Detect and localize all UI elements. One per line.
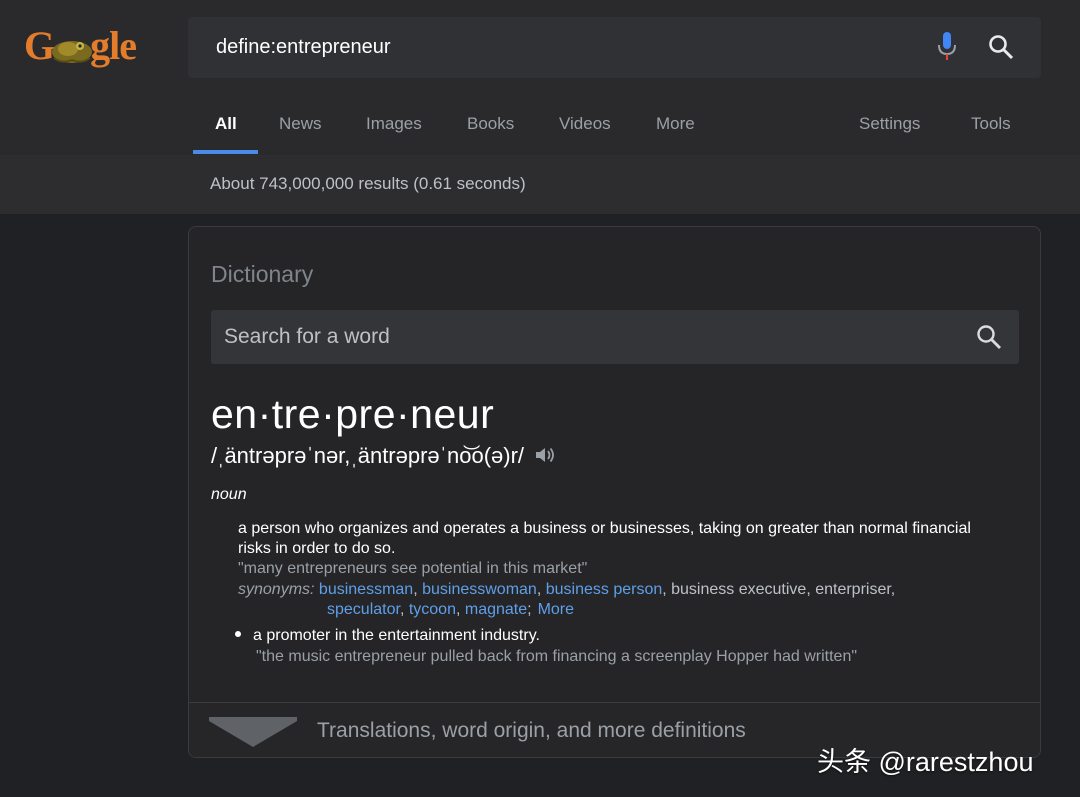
tab-more[interactable]: More [656,114,695,134]
word-search-box[interactable]: Search for a word [211,310,1019,364]
tab-settings[interactable]: Settings [859,114,920,134]
tab-news[interactable]: News [279,114,322,134]
search-bar[interactable]: define:entrepreneur [188,17,1041,78]
synonyms-line-2: speculator, tycoon, magnate; More [327,601,575,618]
part-of-speech: noun [211,486,247,503]
results-bar: About 743,000,000 results (0.61 seconds) [0,155,1080,214]
search-icon[interactable] [988,34,1014,60]
synonym-link[interactable]: magnate [465,601,527,618]
frog-doodle-icon [52,40,93,63]
logo-letters-gle: gle [90,23,137,68]
more-synonyms-link[interactable]: More [538,601,574,618]
microphone-icon[interactable] [937,32,957,62]
synonym-text: enterpriser [815,581,891,598]
dictionary-card: Dictionary Search for a word en·tre·pre·… [188,226,1041,758]
watermark: 头条 @rarestzhou [817,747,1034,777]
synonym-link[interactable]: businessman [319,581,413,598]
more-definitions-label: Translations, word origin, and more defi… [317,719,746,742]
synonyms-block: synonyms: businessman, businesswoman, bu… [238,580,998,620]
synonym-link[interactable]: speculator [327,601,400,618]
dictionary-title: Dictionary [211,261,314,287]
synonyms-label: synonyms: [238,581,315,598]
bullet [235,631,241,637]
search-input[interactable]: define:entrepreneur [216,17,391,78]
headword: en·tre·pre·neur [211,391,495,437]
synonym-link[interactable]: tycoon [409,601,456,618]
definition-1: a person who organizes and operates a bu… [238,520,971,557]
page: G gle define:entrepreneur All News Image… [0,0,1080,797]
synonym-text: business executive [671,581,807,598]
tab-tools[interactable]: Tools [971,114,1011,134]
synonym-link[interactable]: businesswoman [422,581,537,598]
word-search-input[interactable]: Search for a word [224,310,390,364]
active-tab-indicator [193,150,258,154]
result-stats: About 743,000,000 results (0.61 seconds) [210,174,526,193]
phonetic-spelling: /ˌäntrəprəˈnər,ˌäntrəprəˈno͝o(ə)r/ [211,443,525,468]
example-1: "many entrepreneurs see potential in thi… [238,560,588,577]
tab-all[interactable]: All [215,114,237,134]
tab-images[interactable]: Images [366,114,422,134]
synonym-link[interactable]: business person [546,581,663,598]
speaker-icon[interactable] [534,445,556,465]
chevron-down-icon [209,717,297,747]
definition-2-text: a promoter in the entertainment industry… [253,627,540,644]
header: G gle define:entrepreneur All News Image… [0,0,1080,155]
tab-books[interactable]: Books [467,114,514,134]
search-tabs: All News Images Books Videos More Settin… [0,100,1080,155]
google-doodle-logo[interactable]: G gle [24,22,154,70]
tab-videos[interactable]: Videos [559,114,611,134]
phonetic-line: /ˌäntrəprəˈnər,ˌäntrəprəˈno͝o(ə)r/ [211,443,556,469]
search-icon[interactable] [976,324,1002,350]
example-2: "the music entrepreneur pulled back from… [256,648,858,665]
synonyms-line-1: businessman, businesswoman, business per… [318,581,896,598]
definition-2: a promoter in the entertainment industry… [235,627,540,645]
